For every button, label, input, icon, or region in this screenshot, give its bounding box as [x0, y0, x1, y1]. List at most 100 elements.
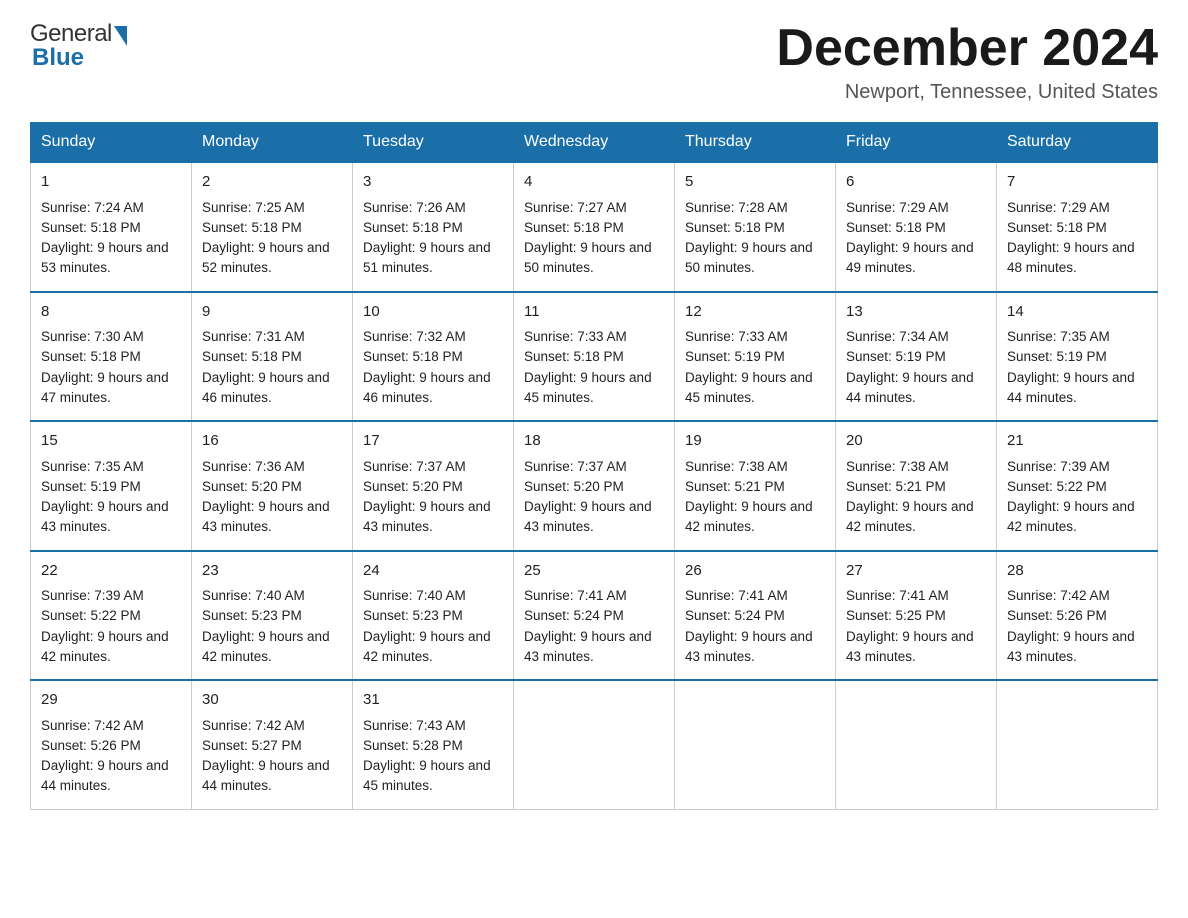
calendar-day-header: Saturday [997, 123, 1158, 163]
sunset-info: Sunset: 5:27 PM [202, 738, 302, 753]
logo-arrow-icon [114, 26, 127, 46]
sunset-info: Sunset: 5:19 PM [41, 479, 141, 494]
day-number: 4 [524, 171, 664, 194]
page-subtitle: Newport, Tennessee, United States [776, 81, 1158, 104]
calendar-cell: 24 Sunrise: 7:40 AM Sunset: 5:23 PM Dayl… [353, 551, 514, 681]
calendar-cell: 4 Sunrise: 7:27 AM Sunset: 5:18 PM Dayli… [514, 162, 675, 292]
sunset-info: Sunset: 5:20 PM [202, 479, 302, 494]
sunset-info: Sunset: 5:18 PM [524, 349, 624, 364]
calendar-week-row: 22 Sunrise: 7:39 AM Sunset: 5:22 PM Dayl… [31, 551, 1158, 681]
day-number: 31 [363, 689, 503, 712]
calendar-cell: 28 Sunrise: 7:42 AM Sunset: 5:26 PM Dayl… [997, 551, 1158, 681]
sunrise-info: Sunrise: 7:43 AM [363, 718, 466, 733]
sunrise-info: Sunrise: 7:40 AM [363, 588, 466, 603]
calendar-week-row: 15 Sunrise: 7:35 AM Sunset: 5:19 PM Dayl… [31, 421, 1158, 551]
daylight-info: Daylight: 9 hours and 52 minutes. [202, 240, 330, 275]
day-number: 26 [685, 560, 825, 583]
calendar-cell: 13 Sunrise: 7:34 AM Sunset: 5:19 PM Dayl… [836, 292, 997, 422]
sunrise-info: Sunrise: 7:40 AM [202, 588, 305, 603]
daylight-info: Daylight: 9 hours and 51 minutes. [363, 240, 491, 275]
sunset-info: Sunset: 5:24 PM [685, 608, 785, 623]
calendar-cell: 11 Sunrise: 7:33 AM Sunset: 5:18 PM Dayl… [514, 292, 675, 422]
sunrise-info: Sunrise: 7:33 AM [685, 329, 788, 344]
sunrise-info: Sunrise: 7:29 AM [1007, 200, 1110, 215]
sunrise-info: Sunrise: 7:39 AM [41, 588, 144, 603]
sunset-info: Sunset: 5:18 PM [363, 220, 463, 235]
day-number: 6 [846, 171, 986, 194]
sunrise-info: Sunrise: 7:33 AM [524, 329, 627, 344]
calendar-cell: 26 Sunrise: 7:41 AM Sunset: 5:24 PM Dayl… [675, 551, 836, 681]
daylight-info: Daylight: 9 hours and 43 minutes. [41, 499, 169, 534]
daylight-info: Daylight: 9 hours and 50 minutes. [524, 240, 652, 275]
day-number: 22 [41, 560, 181, 583]
daylight-info: Daylight: 9 hours and 42 minutes. [202, 629, 330, 664]
daylight-info: Daylight: 9 hours and 43 minutes. [524, 499, 652, 534]
daylight-info: Daylight: 9 hours and 49 minutes. [846, 240, 974, 275]
calendar-cell: 8 Sunrise: 7:30 AM Sunset: 5:18 PM Dayli… [31, 292, 192, 422]
daylight-info: Daylight: 9 hours and 42 minutes. [363, 629, 491, 664]
title-block: December 2024 Newport, Tennessee, United… [776, 20, 1158, 104]
sunset-info: Sunset: 5:28 PM [363, 738, 463, 753]
calendar-header-row: SundayMondayTuesdayWednesdayThursdayFrid… [31, 123, 1158, 163]
calendar-cell: 3 Sunrise: 7:26 AM Sunset: 5:18 PM Dayli… [353, 162, 514, 292]
sunset-info: Sunset: 5:20 PM [524, 479, 624, 494]
day-number: 24 [363, 560, 503, 583]
calendar-cell: 2 Sunrise: 7:25 AM Sunset: 5:18 PM Dayli… [192, 162, 353, 292]
sunrise-info: Sunrise: 7:39 AM [1007, 459, 1110, 474]
daylight-info: Daylight: 9 hours and 44 minutes. [41, 758, 169, 793]
calendar-cell: 21 Sunrise: 7:39 AM Sunset: 5:22 PM Dayl… [997, 421, 1158, 551]
sunset-info: Sunset: 5:22 PM [1007, 479, 1107, 494]
sunrise-info: Sunrise: 7:31 AM [202, 329, 305, 344]
sunset-info: Sunset: 5:20 PM [363, 479, 463, 494]
sunset-info: Sunset: 5:18 PM [685, 220, 785, 235]
daylight-info: Daylight: 9 hours and 47 minutes. [41, 370, 169, 405]
day-number: 3 [363, 171, 503, 194]
sunrise-info: Sunrise: 7:38 AM [685, 459, 788, 474]
calendar-cell: 25 Sunrise: 7:41 AM Sunset: 5:24 PM Dayl… [514, 551, 675, 681]
day-number: 10 [363, 301, 503, 324]
daylight-info: Daylight: 9 hours and 46 minutes. [363, 370, 491, 405]
calendar-day-header: Wednesday [514, 123, 675, 163]
sunrise-info: Sunrise: 7:42 AM [202, 718, 305, 733]
day-number: 16 [202, 430, 342, 453]
sunset-info: Sunset: 5:18 PM [524, 220, 624, 235]
sunset-info: Sunset: 5:18 PM [41, 349, 141, 364]
sunrise-info: Sunrise: 7:34 AM [846, 329, 949, 344]
calendar-day-header: Thursday [675, 123, 836, 163]
calendar-cell: 29 Sunrise: 7:42 AM Sunset: 5:26 PM Dayl… [31, 680, 192, 809]
sunset-info: Sunset: 5:19 PM [685, 349, 785, 364]
sunrise-info: Sunrise: 7:29 AM [846, 200, 949, 215]
sunset-info: Sunset: 5:23 PM [202, 608, 302, 623]
sunrise-info: Sunrise: 7:30 AM [41, 329, 144, 344]
calendar-cell [675, 680, 836, 809]
sunrise-info: Sunrise: 7:27 AM [524, 200, 627, 215]
calendar-cell: 23 Sunrise: 7:40 AM Sunset: 5:23 PM Dayl… [192, 551, 353, 681]
sunrise-info: Sunrise: 7:37 AM [524, 459, 627, 474]
sunset-info: Sunset: 5:21 PM [846, 479, 946, 494]
day-number: 2 [202, 171, 342, 194]
sunset-info: Sunset: 5:19 PM [1007, 349, 1107, 364]
calendar-day-header: Sunday [31, 123, 192, 163]
day-number: 27 [846, 560, 986, 583]
daylight-info: Daylight: 9 hours and 46 minutes. [202, 370, 330, 405]
sunrise-info: Sunrise: 7:32 AM [363, 329, 466, 344]
sunset-info: Sunset: 5:21 PM [685, 479, 785, 494]
calendar-cell [836, 680, 997, 809]
calendar-day-header: Tuesday [353, 123, 514, 163]
calendar-cell: 31 Sunrise: 7:43 AM Sunset: 5:28 PM Dayl… [353, 680, 514, 809]
day-number: 8 [41, 301, 181, 324]
calendar-cell: 30 Sunrise: 7:42 AM Sunset: 5:27 PM Dayl… [192, 680, 353, 809]
day-number: 28 [1007, 560, 1147, 583]
sunset-info: Sunset: 5:18 PM [41, 220, 141, 235]
logo-blue-text: Blue [30, 44, 84, 72]
daylight-info: Daylight: 9 hours and 53 minutes. [41, 240, 169, 275]
calendar-cell: 12 Sunrise: 7:33 AM Sunset: 5:19 PM Dayl… [675, 292, 836, 422]
sunrise-info: Sunrise: 7:41 AM [524, 588, 627, 603]
day-number: 15 [41, 430, 181, 453]
calendar-cell [514, 680, 675, 809]
calendar-cell: 7 Sunrise: 7:29 AM Sunset: 5:18 PM Dayli… [997, 162, 1158, 292]
daylight-info: Daylight: 9 hours and 43 minutes. [363, 499, 491, 534]
sunset-info: Sunset: 5:18 PM [1007, 220, 1107, 235]
calendar-cell: 15 Sunrise: 7:35 AM Sunset: 5:19 PM Dayl… [31, 421, 192, 551]
calendar-week-row: 1 Sunrise: 7:24 AM Sunset: 5:18 PM Dayli… [31, 162, 1158, 292]
